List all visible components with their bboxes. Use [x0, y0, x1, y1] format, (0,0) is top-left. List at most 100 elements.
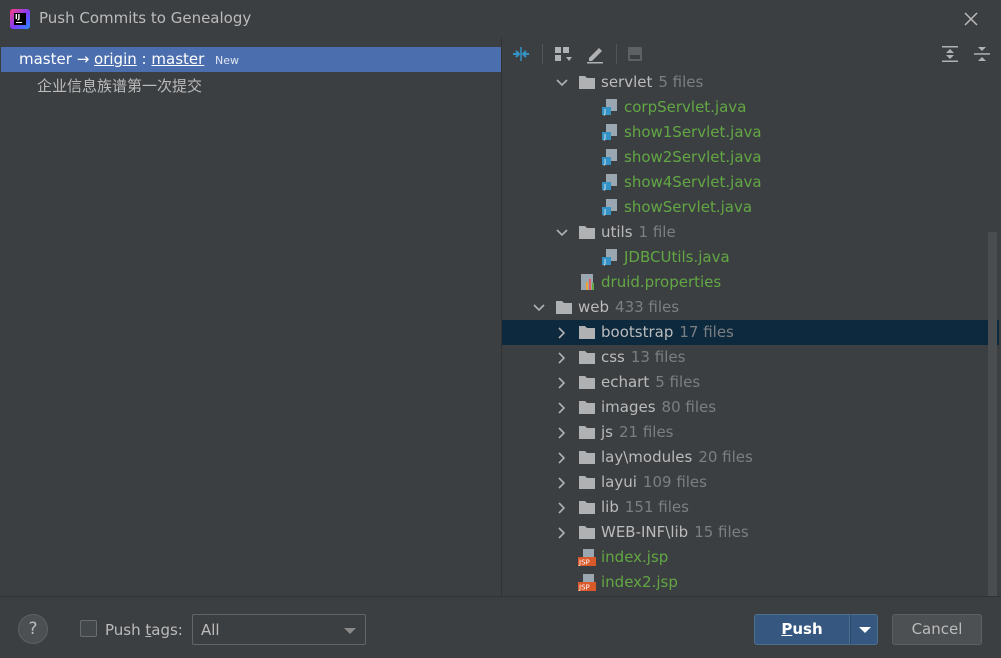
- tree-file-row[interactable]: Jshow2Servlet.java: [502, 145, 999, 170]
- folder-icon: [579, 226, 595, 239]
- file-count: 80 files: [661, 398, 717, 416]
- java-file-icon: J: [602, 174, 617, 191]
- remote-name-link[interactable]: origin: [94, 50, 137, 68]
- file-count: 151 files: [624, 498, 689, 516]
- tree-file-row[interactable]: J JDBCUtils.java: [502, 245, 999, 270]
- tree-folder-row[interactable]: lay\modules 20 files: [502, 445, 999, 470]
- chevron-right-icon[interactable]: [555, 526, 569, 540]
- chevron-down-icon[interactable]: [532, 301, 546, 315]
- tree-folder-row[interactable]: bootstrap 17 files: [502, 320, 999, 345]
- chevron-right-icon[interactable]: [555, 351, 569, 365]
- tree-file-row[interactable]: JshowServlet.java: [502, 195, 999, 220]
- tree-file-row[interactable]: JSP index.jsp: [502, 545, 999, 570]
- close-icon[interactable]: [960, 8, 982, 30]
- title-bar: IJ Push Commits to Genealogy: [0, 0, 1001, 38]
- branch-row[interactable]: master → origin : master New: [1, 47, 501, 72]
- tree-folder-row[interactable]: lib 151 files: [502, 495, 999, 520]
- chevron-down-icon: [859, 627, 871, 633]
- branch-separator: :: [141, 50, 147, 68]
- branch-spec: master → origin : master: [19, 50, 204, 68]
- group-by-icon[interactable]: [552, 43, 574, 65]
- folder-icon: [579, 476, 595, 489]
- folder-name: servlet 5 files: [601, 73, 704, 91]
- svg-text:J: J: [603, 158, 606, 166]
- tree-file-row[interactable]: Jshow1Servlet.java: [502, 120, 999, 145]
- push-tags-select[interactable]: All: [192, 614, 366, 645]
- push-tags-checkbox[interactable]: [80, 620, 97, 637]
- changes-pane: servlet 5 files JcorpServlet.java Jshow1Ser…: [502, 38, 1001, 596]
- help-button[interactable]: ?: [18, 614, 48, 644]
- tree-file-row[interactable]: druid.properties: [502, 270, 999, 295]
- folder-name: images 80 files: [601, 398, 717, 416]
- properties-file-icon: [581, 274, 594, 290]
- folder-name: js 21 files: [601, 423, 674, 441]
- tree-file-row[interactable]: Jshow4Servlet.java: [502, 170, 999, 195]
- folder-icon: [579, 76, 595, 89]
- tree-folder-row[interactable]: utils 1 file: [502, 220, 999, 245]
- jsp-file-icon: JSP: [578, 549, 596, 566]
- tree-folder-row[interactable]: echart 5 files: [502, 370, 999, 395]
- file-name: show2Servlet.java: [624, 148, 762, 166]
- edit-source-icon[interactable]: [584, 43, 606, 65]
- file-count: 20 files: [698, 448, 753, 466]
- push-tags-select-value: All: [201, 621, 220, 639]
- folder-icon: [556, 301, 572, 314]
- tree-folder-row[interactable]: layui 109 files: [502, 470, 999, 495]
- chevron-down-icon[interactable]: [555, 76, 569, 90]
- expand-all-icon[interactable]: [939, 43, 961, 65]
- tree-scrollbar[interactable]: [988, 232, 997, 596]
- file-count: 109 files: [642, 473, 707, 491]
- file-count: 5 files: [658, 73, 704, 91]
- compare-icon[interactable]: [510, 43, 532, 65]
- chevron-right-icon[interactable]: [555, 426, 569, 440]
- cancel-button[interactable]: Cancel: [892, 614, 982, 645]
- file-count: 433 files: [615, 298, 680, 316]
- push-arrow: →: [76, 50, 90, 68]
- chevron-right-icon[interactable]: [555, 376, 569, 390]
- file-name: druid.properties: [601, 273, 722, 291]
- new-branch-badge: New: [215, 54, 239, 67]
- file-count: 15 files: [694, 523, 749, 541]
- chevron-down-icon[interactable]: [555, 226, 569, 240]
- java-file-icon: J: [602, 124, 617, 141]
- file-name: index2.jsp: [601, 573, 678, 591]
- tree-folder-row[interactable]: images 80 files: [502, 395, 999, 420]
- svg-text:J: J: [603, 133, 606, 141]
- chevron-down-icon: [344, 628, 356, 634]
- chevron-right-icon[interactable]: [555, 501, 569, 515]
- svg-text:J: J: [603, 108, 606, 116]
- toolbar-separator: [542, 44, 543, 64]
- preview-icon[interactable]: [624, 43, 646, 65]
- folder-icon: [579, 526, 595, 539]
- dialog-footer: ? Push tags: All Push Cancel: [0, 596, 1001, 658]
- tree-file-row[interactable]: JcorpServlet.java: [502, 95, 999, 120]
- tree-folder-row[interactable]: servlet 5 files: [502, 70, 999, 95]
- jsp-file-icon: JSP: [578, 574, 596, 591]
- java-file-icon: J: [602, 249, 617, 266]
- remote-branch-link[interactable]: master: [151, 50, 204, 68]
- java-file-icon: J: [602, 99, 617, 116]
- tree-folder-row[interactable]: WEB-INF\lib 15 files: [502, 520, 999, 545]
- chevron-right-icon[interactable]: [555, 476, 569, 490]
- chevron-right-icon[interactable]: [555, 451, 569, 465]
- folder-name: layui 109 files: [601, 473, 707, 491]
- chevron-right-icon[interactable]: [555, 401, 569, 415]
- svg-text:JSP: JSP: [578, 559, 590, 567]
- file-count: 1 file: [638, 223, 676, 241]
- folder-name: lay\modules 20 files: [601, 448, 753, 466]
- push-button[interactable]: Push: [754, 614, 850, 645]
- svg-text:JSP: JSP: [578, 584, 590, 592]
- svg-text:J: J: [603, 258, 606, 266]
- commit-item[interactable]: 企业信息族谱第一次提交: [37, 75, 202, 96]
- folder-name: lib 151 files: [601, 498, 689, 516]
- tree-folder-row[interactable]: css 13 files: [502, 345, 999, 370]
- chevron-right-icon[interactable]: [555, 326, 569, 340]
- tree-folder-row[interactable]: js 21 files: [502, 420, 999, 445]
- collapse-all-icon[interactable]: [971, 43, 993, 65]
- folder-icon: [579, 401, 595, 414]
- push-options-dropdown[interactable]: [850, 614, 878, 645]
- tree-file-row[interactable]: JSP index2.jsp: [502, 570, 999, 595]
- changed-files-tree: servlet 5 files JcorpServlet.java Jshow1Ser…: [502, 70, 1001, 596]
- tree-folder-row[interactable]: web 433 files: [502, 295, 999, 320]
- file-count: 5 files: [655, 373, 701, 391]
